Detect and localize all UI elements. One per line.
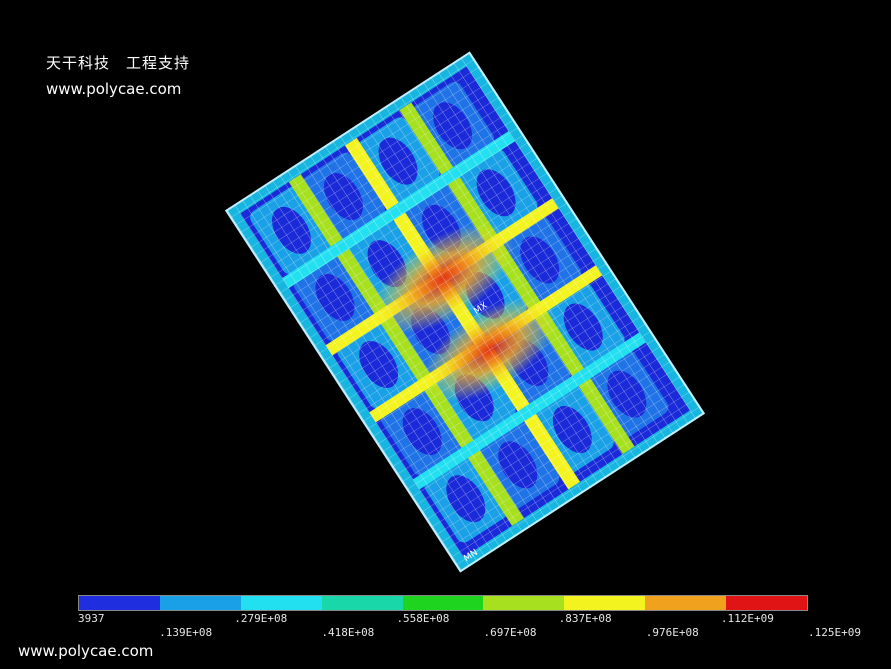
- legend-swatch: [402, 596, 484, 610]
- legend-tick-label: .558E+08: [396, 612, 450, 625]
- legend-tick-label: .837E+08: [558, 612, 612, 625]
- footer-url-text: www.polycae.com: [18, 642, 154, 660]
- legend-swatch: [240, 596, 322, 610]
- legend-tick-label: .139E+08: [159, 626, 213, 639]
- legend-swatch: [564, 596, 646, 610]
- fea-viewport[interactable]: MX MN: [0, 0, 891, 590]
- legend-swatch: [645, 596, 727, 610]
- fea-model: MX MN: [224, 51, 706, 573]
- legend-tick-label: .697E+08: [483, 626, 537, 639]
- legend-tick-label: .112E+09: [720, 612, 774, 625]
- legend-tick-label: .279E+08: [234, 612, 288, 625]
- legend-tick-label: .976E+08: [645, 626, 699, 639]
- legend-swatch: [159, 596, 241, 610]
- element-mesh: [226, 52, 704, 572]
- legend-swatch: [483, 596, 565, 610]
- color-legend-bar: [78, 595, 808, 611]
- legend-tick-label: 3937: [78, 612, 105, 625]
- legend-tick-label: .418E+08: [321, 626, 375, 639]
- legend-swatch: [726, 596, 808, 610]
- legend-tick-label: .125E+09: [808, 626, 861, 639]
- legend-swatch: [321, 596, 403, 610]
- legend-swatch: [79, 596, 160, 610]
